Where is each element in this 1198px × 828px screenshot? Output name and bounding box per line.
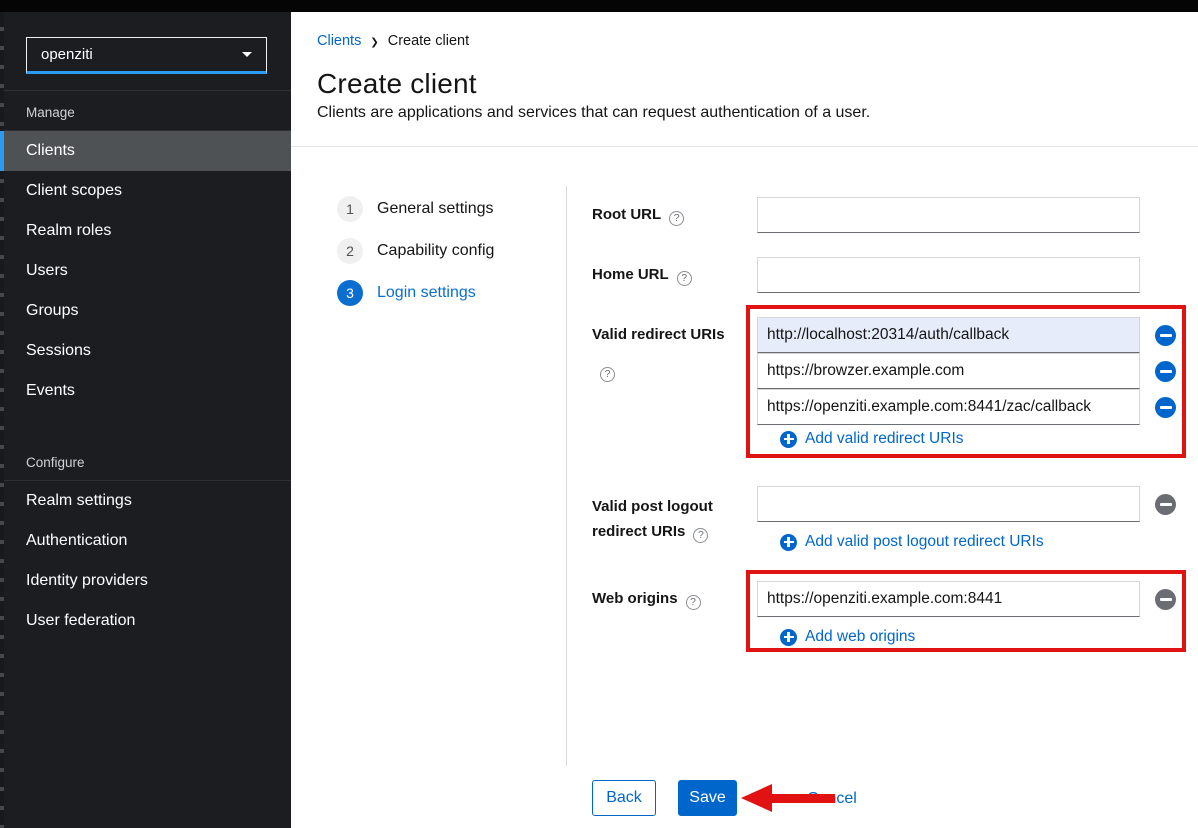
question-circle-icon[interactable] <box>600 367 615 382</box>
add-link-label: Add valid redirect URIs <box>805 430 964 448</box>
question-circle-icon[interactable] <box>677 271 692 286</box>
question-circle-icon[interactable] <box>693 528 708 543</box>
add-link-label: Add web origins <box>805 628 915 646</box>
web-origins-input[interactable] <box>757 581 1140 617</box>
wizard-step-login-settings[interactable]: 3 Login settings <box>337 280 494 306</box>
redirect-uri-row <box>757 317 1176 353</box>
field-label-text: Home URL <box>592 266 669 283</box>
header-divider <box>291 146 1198 147</box>
realm-selector[interactable]: openziti <box>26 37 267 74</box>
sidebar-item-client-scopes[interactable]: Client scopes <box>0 171 291 211</box>
redirect-uri-row <box>757 389 1176 425</box>
minus-circle-icon <box>1155 361 1176 382</box>
angle-right-icon <box>370 33 378 49</box>
sidebar-item-groups[interactable]: Groups <box>0 291 291 331</box>
sidebar-item-user-federation[interactable]: User federation <box>0 601 291 641</box>
home-url-input[interactable] <box>757 257 1140 293</box>
add-web-origins-link[interactable]: Add web origins <box>780 628 915 646</box>
step-number-badge: 3 <box>337 280 363 306</box>
minus-circle-icon <box>1155 589 1176 610</box>
sidebar-item-clients[interactable]: Clients <box>0 131 291 171</box>
sidebar-item-users[interactable]: Users <box>0 251 291 291</box>
back-button[interactable]: Back <box>592 780 656 816</box>
redirect-uri-input-1[interactable] <box>757 317 1140 353</box>
field-label-valid-redirect-uris: Valid redirect URIs <box>592 317 744 389</box>
field-label-home-url: Home URL <box>592 257 744 293</box>
remove-web-origin-button <box>1155 589 1176 610</box>
field-label-text: Root URL <box>592 206 661 223</box>
redirect-uri-input-3[interactable] <box>757 389 1140 425</box>
home-url-row <box>757 257 1140 293</box>
caret-down-icon <box>242 52 252 57</box>
plus-circle-icon <box>780 431 797 448</box>
sidebar-item-authentication[interactable]: Authentication <box>0 521 291 561</box>
wizard-steps: 1 General settings 2 Capability config 3… <box>337 196 494 306</box>
main-content: Clients Create client Create client Clie… <box>291 12 1198 828</box>
wizard-vertical-divider <box>566 186 567 766</box>
breadcrumb: Clients Create client <box>317 33 469 49</box>
sidebar-item-identity-providers[interactable]: Identity providers <box>0 561 291 601</box>
sidebar-item-sessions[interactable]: Sessions <box>0 331 291 371</box>
question-circle-icon[interactable] <box>686 595 701 610</box>
minus-circle-icon <box>1155 397 1176 418</box>
remove-redirect-uri-2-button[interactable] <box>1155 361 1176 382</box>
manage-nav-list: Clients Client scopes Realm roles Users … <box>0 131 291 411</box>
page-title: Create client <box>317 68 477 100</box>
nav-section-manage: Manage <box>0 91 291 130</box>
save-button[interactable]: Save <box>678 780 737 816</box>
post-logout-uri-row <box>757 486 1176 522</box>
redirect-uri-row <box>757 353 1176 389</box>
arrow-head-icon <box>741 784 772 812</box>
remove-post-logout-uri-button <box>1155 494 1176 515</box>
field-label-root-url: Root URL <box>592 197 744 233</box>
top-masthead <box>0 0 1198 12</box>
root-url-row <box>757 197 1140 233</box>
plus-circle-icon <box>780 629 797 646</box>
post-logout-uri-input[interactable] <box>757 486 1140 522</box>
minus-circle-icon <box>1155 325 1176 346</box>
field-label-web-origins: Web origins <box>592 581 744 617</box>
realm-selector-value: openziti <box>41 46 93 63</box>
field-label-text: Web origins <box>592 590 678 607</box>
wizard-step-general-settings[interactable]: 1 General settings <box>337 196 494 222</box>
breadcrumb-link-clients[interactable]: Clients <box>317 33 361 49</box>
sidebar-item-realm-roles[interactable]: Realm roles <box>0 211 291 251</box>
sidebar-item-events[interactable]: Events <box>0 371 291 411</box>
sidebar-spacer <box>0 411 291 441</box>
page-description: Clients are applications and services th… <box>317 104 870 122</box>
add-valid-redirect-uris-link[interactable]: Add valid redirect URIs <box>780 430 964 448</box>
question-circle-icon[interactable] <box>669 211 684 226</box>
web-origins-row <box>757 581 1176 617</box>
step-number-badge: 2 <box>337 238 363 264</box>
plus-circle-icon <box>780 534 797 551</box>
breadcrumb-current: Create client <box>388 33 469 49</box>
field-label-text: Valid redirect URIs <box>592 326 725 343</box>
add-valid-post-logout-redirect-uris-link[interactable]: Add valid post logout redirect URIs <box>780 533 1044 551</box>
configure-nav-list: Realm settings Authentication Identity p… <box>0 481 291 641</box>
step-number-badge: 1 <box>337 196 363 222</box>
add-link-label: Add valid post logout redirect URIs <box>805 533 1044 551</box>
cancel-link[interactable]: Cancel <box>807 790 857 808</box>
remove-redirect-uri-3-button[interactable] <box>1155 397 1176 418</box>
step-label: Capability config <box>377 242 494 260</box>
root-url-input[interactable] <box>757 197 1140 233</box>
step-label: General settings <box>377 200 494 218</box>
minus-circle-icon <box>1155 494 1176 515</box>
sidebar-item-realm-settings[interactable]: Realm settings <box>0 481 291 521</box>
nav-section-configure: Configure <box>0 441 291 480</box>
sidebar: openziti Manage Clients Client scopes Re… <box>0 12 291 828</box>
redirect-uri-input-2[interactable] <box>757 353 1140 389</box>
remove-redirect-uri-1-button[interactable] <box>1155 325 1176 346</box>
field-label-valid-post-logout-redirect-uris: Valid post logout redirect URIs <box>592 494 744 544</box>
wizard-step-capability-config[interactable]: 2 Capability config <box>337 238 494 264</box>
step-label: Login settings <box>377 284 476 302</box>
